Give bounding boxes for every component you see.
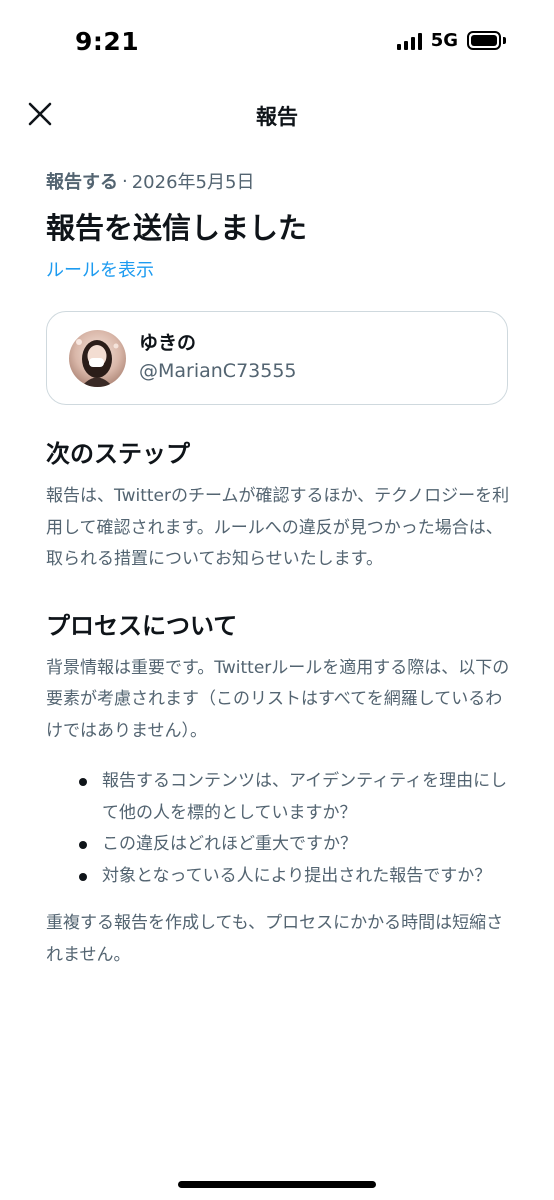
bullet-dot-icon xyxy=(79,778,87,786)
bullet-dot-icon xyxy=(79,841,87,849)
user-info: ゆきの @MarianC73555 xyxy=(139,330,297,386)
process-bullet-list: 報告するコンテンツは、アイデンティティを理由にして他の人を標的としていますか？ … xyxy=(46,766,510,892)
next-steps-title: 次のステップ xyxy=(46,440,190,468)
report-meta: 報告する · 2026年5月5日 xyxy=(46,166,510,196)
process-intro: 背景情報は重要です。Twitterルールを適用する際は、以下の要素が考慮されます… xyxy=(46,657,510,741)
process-title: プロセスについて xyxy=(46,611,238,640)
reported-user-card[interactable]: ゆきの @MarianC73555 xyxy=(46,311,508,405)
next-steps-body: 報告は、Twitterのチームが確認するほか、テクノロジーを利用して確認されます… xyxy=(46,486,510,569)
list-item: 対象となっている人により提出された報告ですか？ xyxy=(46,861,510,893)
bullet-text: 報告するコンテンツは、アイデンティティを理由にして他の人を標的としていますか？ xyxy=(102,771,508,823)
bullet-text: この違反はどれほど重大ですか？ xyxy=(102,834,357,854)
home-indicator[interactable] xyxy=(178,1181,376,1188)
page-title: 報告を送信しました xyxy=(46,211,308,245)
status-indicators: 5G xyxy=(396,30,506,51)
status-bar: 9:21 5G xyxy=(0,0,554,80)
list-item: この違反はどれほど重大ですか？ xyxy=(46,829,510,861)
header-title: 報告 xyxy=(256,105,298,129)
signal-icon xyxy=(396,32,422,50)
list-item: 報告するコンテンツは、アイデンティティを理由にして他の人を標的としていますか？ xyxy=(46,766,510,829)
network-label: 5G xyxy=(430,30,458,51)
report-content: 報告する · 2026年5月5日 報告を送信しました ルールを表示 ゆきの @M… xyxy=(46,166,510,971)
view-rules-link[interactable]: ルールを表示 xyxy=(46,256,154,286)
status-time: 9:21 xyxy=(75,27,140,56)
report-date: 2026年5月5日 xyxy=(131,172,255,193)
user-display-name: ゆきの xyxy=(139,332,197,354)
avatar xyxy=(69,329,126,387)
user-handle: @MarianC73555 xyxy=(139,360,297,382)
process-footer: 重複する報告を作成しても、プロセスにかかる時間は短縮されません。 xyxy=(46,913,504,965)
meta-separator: · xyxy=(122,170,128,192)
report-meta-label: 報告する xyxy=(46,172,118,193)
bullet-dot-icon xyxy=(79,872,87,881)
battery-icon xyxy=(467,31,506,50)
header-bar: 報告 xyxy=(0,88,554,140)
bullet-text: 対象となっている人により提出された報告ですか？ xyxy=(102,865,492,886)
